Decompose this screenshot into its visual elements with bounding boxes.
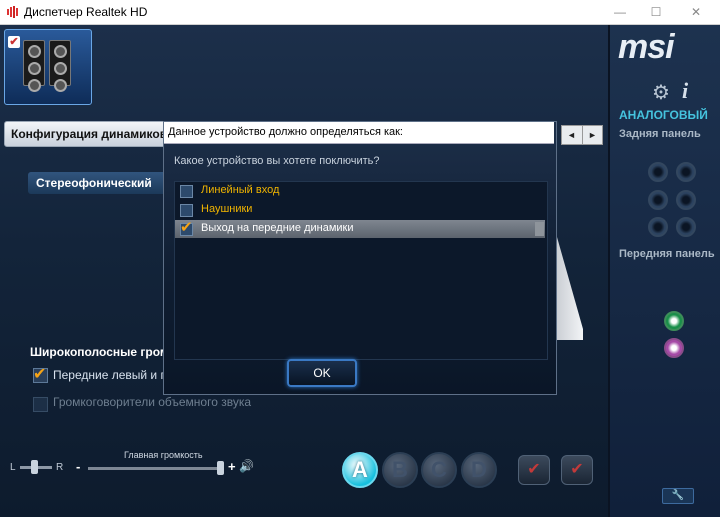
- profile-c-button[interactable]: C: [421, 452, 457, 488]
- nav-next-icon[interactable]: ►: [582, 126, 602, 144]
- speaker-mode-value: Стереофонический: [36, 176, 152, 190]
- balance-right-label: R: [56, 462, 64, 473]
- option-headphones[interactable]: Наушники: [175, 201, 545, 219]
- option-headphones-checkbox[interactable]: [180, 204, 193, 217]
- option-front-speakers[interactable]: Выход на передние динамики: [175, 218, 545, 238]
- tab-speaker-configuration-label: Конфигурация динамиков: [11, 127, 168, 141]
- info-icon[interactable]: i: [682, 78, 688, 104]
- speaker-mode-select[interactable]: Стереофонический: [28, 172, 168, 194]
- realtek-app-icon: [6, 5, 19, 18]
- rear-jack[interactable]: [676, 162, 696, 182]
- volume-plus-icon: +: [228, 459, 236, 474]
- option-headphones-label: Наушники: [201, 203, 253, 215]
- balance-left-label: L: [10, 462, 16, 473]
- front-jack-pink[interactable]: [664, 338, 684, 358]
- profile-a-button[interactable]: A: [342, 452, 378, 488]
- minimize-button[interactable]: —: [600, 0, 640, 24]
- option-line-in-checkbox[interactable]: [180, 185, 193, 198]
- msi-logo: msi: [618, 28, 675, 66]
- list-scrollbar[interactable]: [535, 222, 544, 236]
- dialog-title: Данное устройство должно определяться ка…: [168, 126, 403, 138]
- rear-jack[interactable]: [676, 217, 696, 237]
- surround-label: Громкоговорители объемного звука: [53, 395, 252, 409]
- option-front-speakers-checkbox[interactable]: [180, 218, 193, 236]
- ok-button[interactable]: OK: [287, 359, 357, 387]
- nav-prev-icon[interactable]: ◄: [562, 126, 581, 144]
- default-device-check-icon: ✔: [8, 36, 20, 48]
- rear-jack[interactable]: [648, 217, 668, 237]
- window-title: Диспетчер Realtek HD: [24, 5, 148, 19]
- rear-jack[interactable]: [648, 162, 668, 182]
- device-options-list: Линейный вход Наушники Выход на передние…: [174, 181, 548, 360]
- front-lr-checkbox[interactable]: [33, 364, 48, 384]
- dialog-nav: ◄ ►: [561, 125, 603, 145]
- volume-minus-icon: -: [76, 459, 81, 474]
- rear-jack[interactable]: [676, 190, 696, 210]
- dialog-title-bar: Данное устройство должно определяться ка…: [164, 122, 554, 144]
- rear-jack[interactable]: [648, 190, 668, 210]
- tab-speaker-configuration[interactable]: Конфигурация динамиков: [4, 121, 168, 147]
- front-panel-label: Передняя панель: [619, 248, 715, 260]
- option-line-in[interactable]: Линейный вход: [175, 182, 545, 200]
- dialog-question: Какое устройство вы хотете поключить?: [174, 155, 380, 167]
- mute-speaker-icon[interactable]: 🔊: [239, 459, 254, 473]
- option-front-speakers-label: Выход на передние динамики: [201, 222, 354, 234]
- apply-check-button[interactable]: ✔: [518, 455, 550, 485]
- profile-b-button[interactable]: B: [382, 452, 418, 488]
- balance-slider-knob[interactable]: [31, 460, 38, 474]
- analog-section-title: АНАЛОГОВЫЙ: [619, 108, 708, 122]
- gear-icon[interactable]: ⚙: [652, 80, 670, 105]
- surround-checkbox[interactable]: [33, 397, 48, 412]
- close-button[interactable]: ✕: [676, 0, 716, 24]
- profile-d-button[interactable]: D: [461, 452, 497, 488]
- front-jack-green[interactable]: [664, 311, 684, 331]
- main-volume-label: Главная громкость: [124, 450, 203, 460]
- option-line-in-label: Линейный вход: [201, 184, 280, 196]
- title-bar: Диспетчер Realtek HD — ☐ ✕: [0, 0, 720, 25]
- left-speaker-icon: [23, 40, 45, 92]
- maximize-button[interactable]: ☐: [636, 0, 676, 24]
- settings-check-button[interactable]: ✔: [561, 455, 593, 485]
- volume-slider-track[interactable]: [88, 467, 224, 470]
- wrench-icon[interactable]: 🔧: [662, 488, 694, 504]
- rear-panel-label: Задняя панель: [619, 128, 701, 140]
- right-speaker-icon: [49, 40, 71, 92]
- volume-slider-knob[interactable]: [217, 461, 224, 475]
